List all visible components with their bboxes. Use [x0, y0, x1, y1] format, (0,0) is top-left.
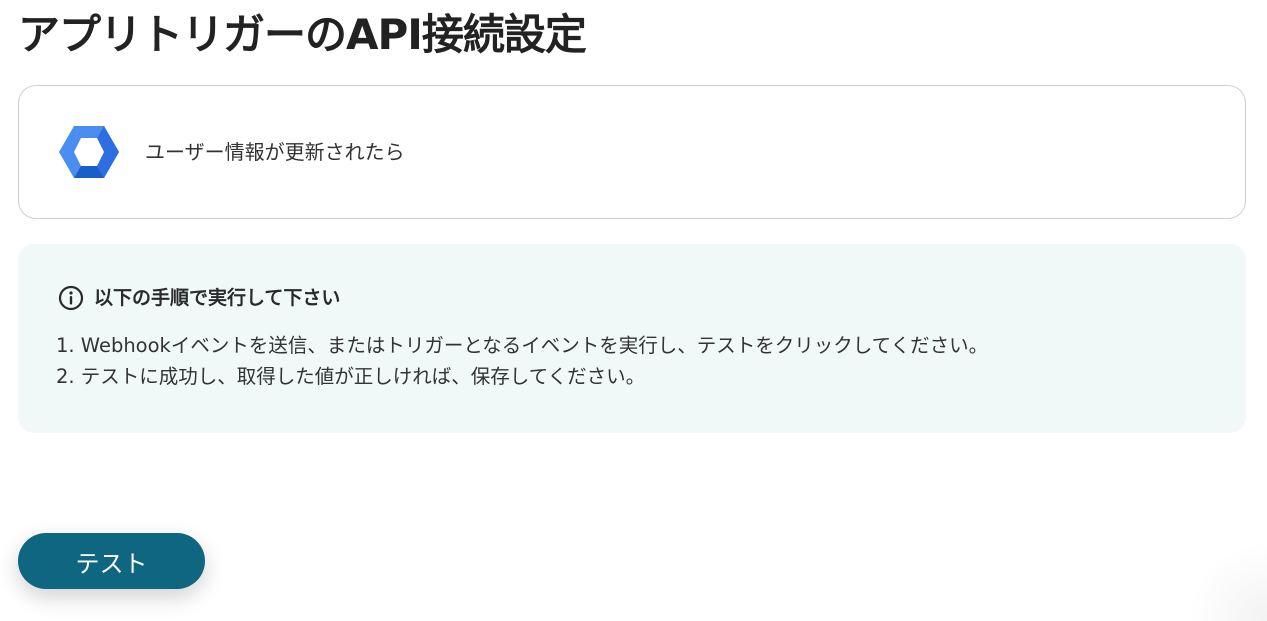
steps-list: 1. Webhookイベントを送信、またはトリガーとなるイベントを実行し、テスト…: [56, 330, 988, 392]
trigger-card: ユーザー情報が更新されたら: [18, 85, 1246, 219]
step-item: 2. テストに成功し、取得した値が正しければ、保存してください。: [56, 365, 646, 388]
corner-shadow: [1187, 541, 1267, 621]
instruction-box: 以下の手順で実行して下さい 1. Webhookイベントを送信、またはトリガーと…: [18, 244, 1246, 433]
info-icon: [58, 285, 84, 311]
page-title: アプリトリガーのAPI接続設定: [18, 10, 587, 59]
test-button[interactable]: テスト: [18, 533, 205, 589]
instruction-title: 以下の手順で実行して下さい: [94, 287, 341, 309]
instruction-heading: 以下の手順で実行して下さい: [58, 285, 340, 311]
google-workspace-hexagon-icon: [59, 126, 119, 178]
step-item: 1. Webhookイベントを送信、またはトリガーとなるイベントを実行し、テスト…: [56, 334, 989, 357]
trigger-label: ユーザー情報が更新されたら: [145, 140, 405, 164]
